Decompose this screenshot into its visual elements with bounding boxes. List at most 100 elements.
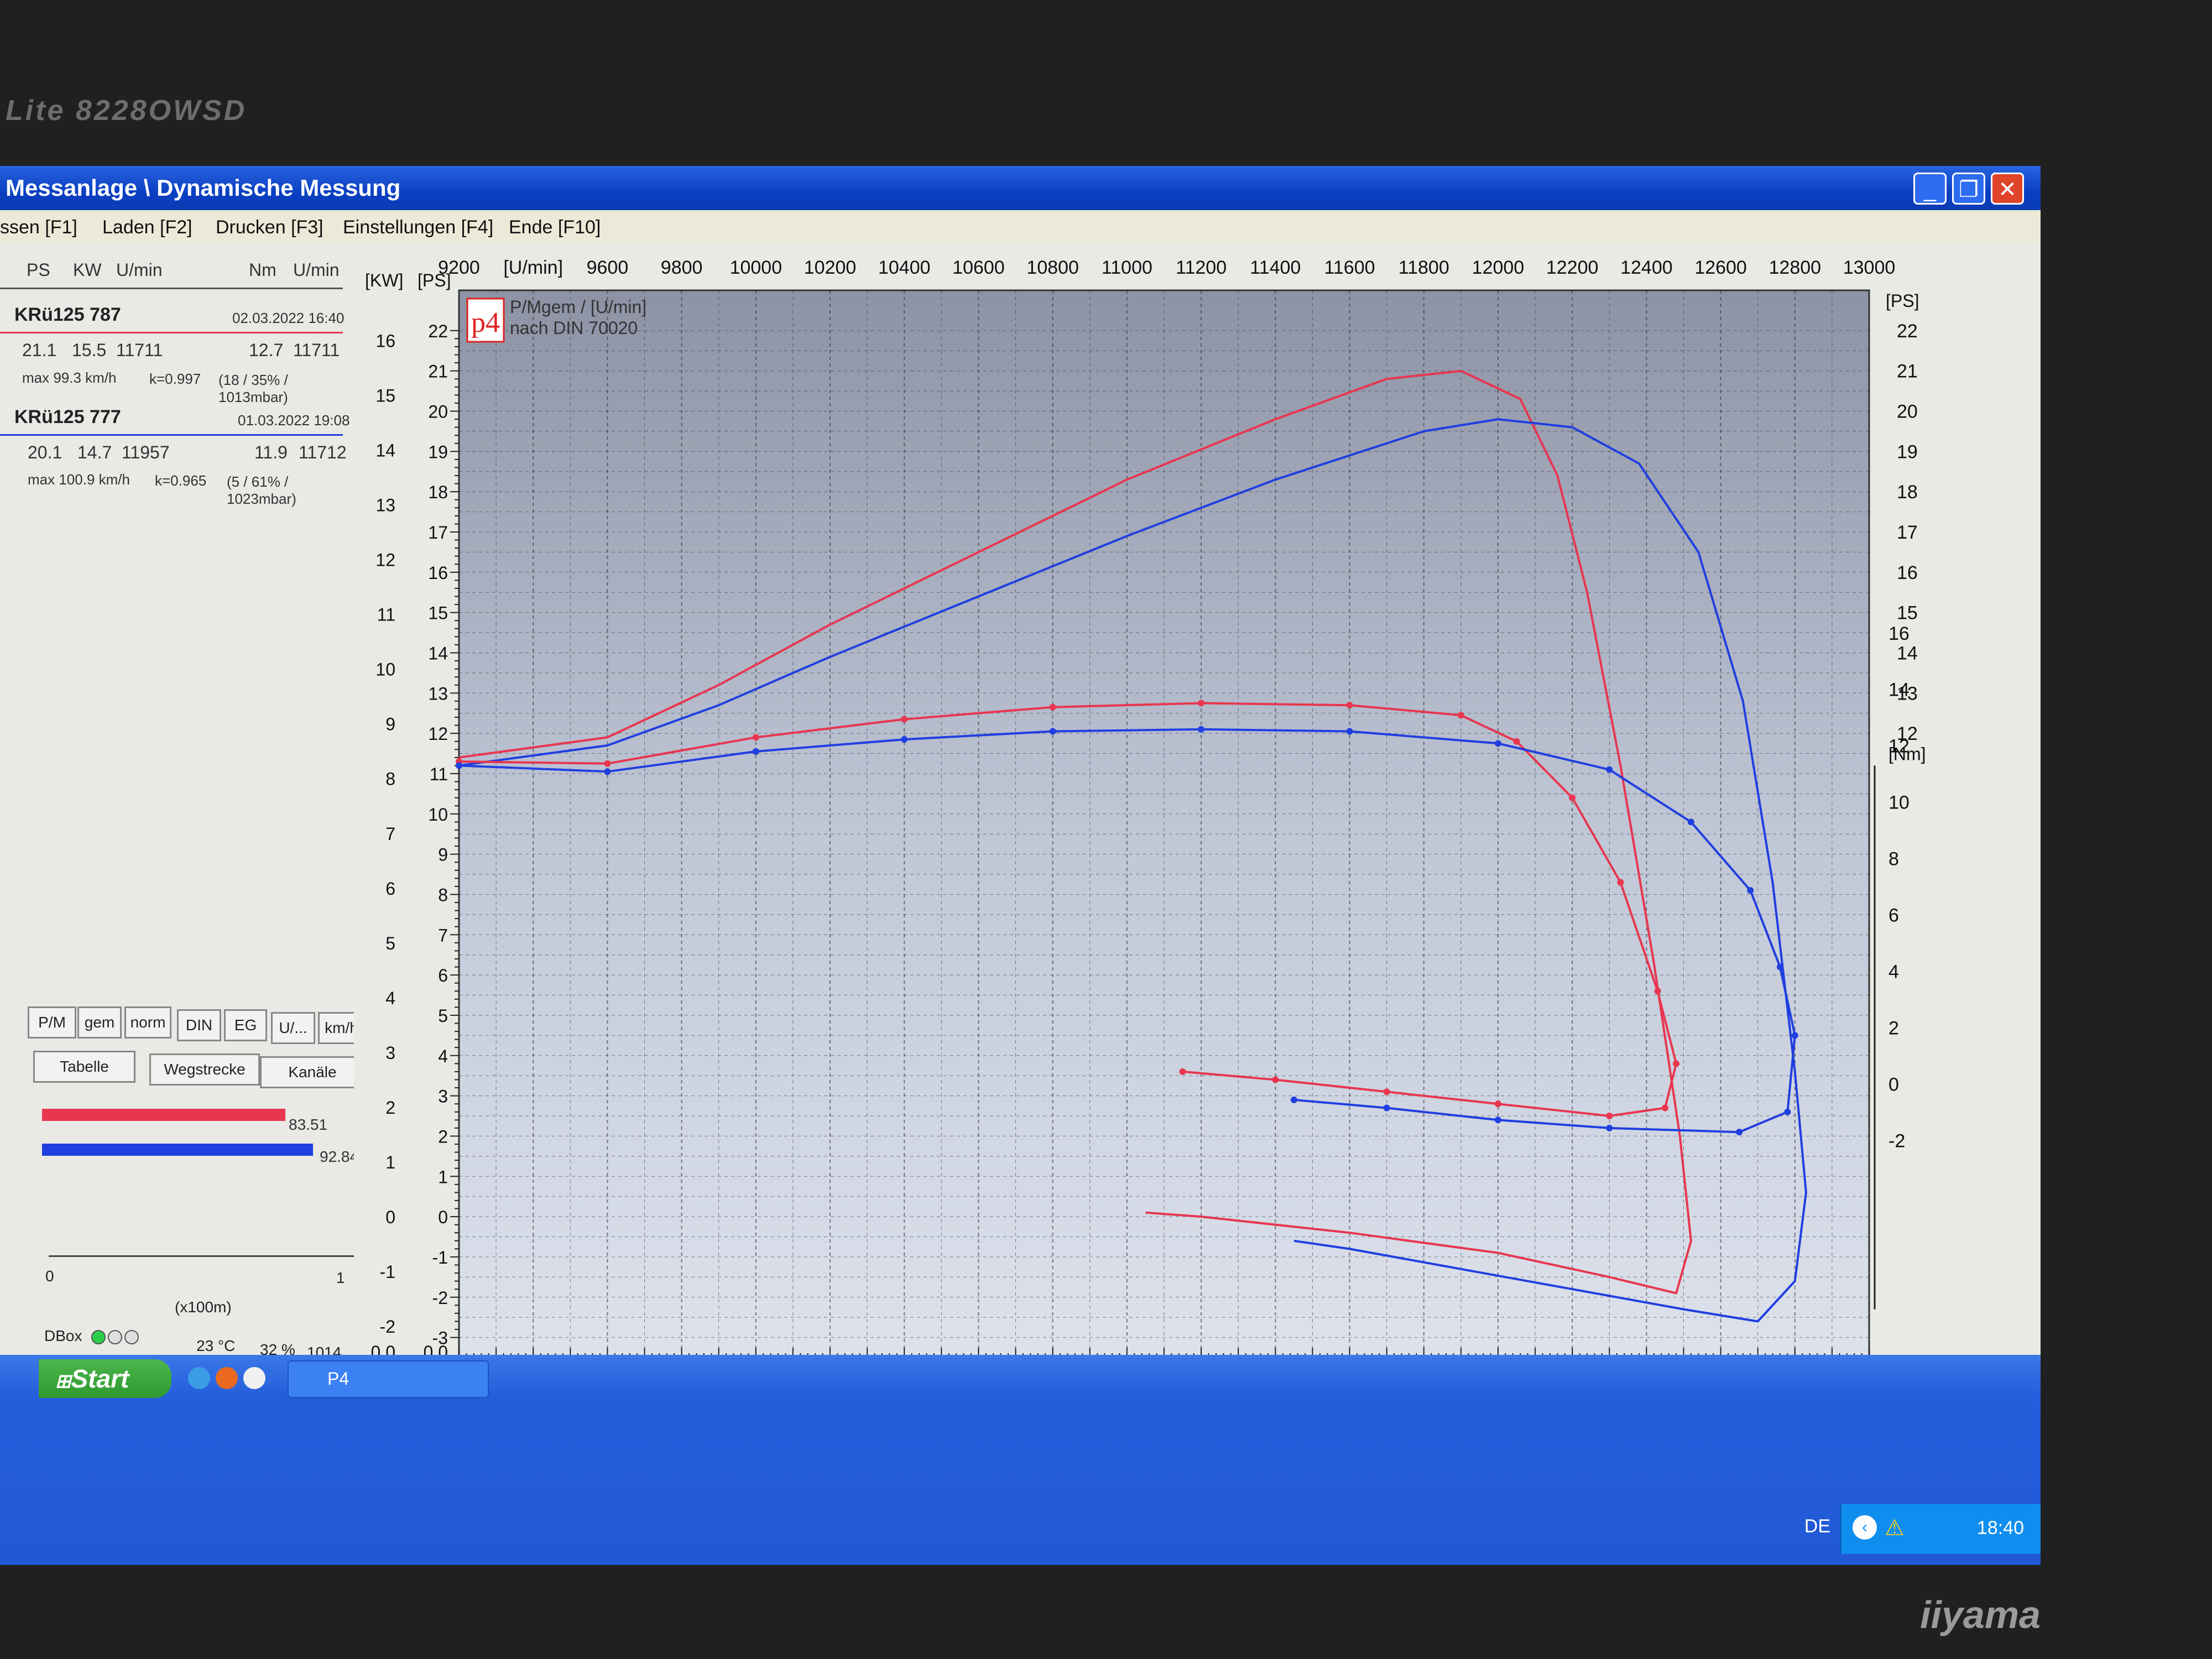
- x-tick-label-top: 12200: [1546, 257, 1599, 278]
- kw-tick-label: 8: [385, 769, 395, 789]
- nm-tick-label: 0: [1888, 1074, 1899, 1095]
- x-tick-label-top: 12600: [1694, 257, 1747, 278]
- menu-messen[interactable]: ssen [F1]: [0, 217, 77, 238]
- chart-subtitle: nach DIN 70020: [510, 318, 638, 338]
- run-color-line: [0, 434, 343, 436]
- ps-tick-label-left: 12: [428, 724, 448, 744]
- ps-tick-label-right: 14: [1897, 643, 1918, 664]
- series-point: [1617, 879, 1624, 886]
- series-point: [1494, 1100, 1501, 1108]
- system-tray: ‹ ⚠ 18:40: [1840, 1504, 2041, 1554]
- norm-button[interactable]: norm: [124, 1006, 171, 1039]
- close-button[interactable]: ✕: [1991, 173, 2024, 205]
- series-point: [1569, 794, 1576, 801]
- tabelle-button[interactable]: Tabelle: [33, 1051, 135, 1083]
- taskbar-app-p4[interactable]: P4: [288, 1360, 489, 1398]
- run-rpm: 11711: [116, 340, 163, 360]
- ps-tick-label-left: 2: [438, 1126, 448, 1146]
- kw-tick-label: 5: [385, 933, 395, 953]
- series-point: [1673, 1060, 1680, 1067]
- run-conditions: (18 / 35% / 1013mbar): [218, 372, 288, 405]
- ps-tick-label-left: 0: [438, 1207, 448, 1227]
- window-titlebar[interactable]: Messanlage \ Dynamische Messung _ ❐ ✕: [0, 166, 2041, 210]
- menu-ende[interactable]: Ende [F10]: [509, 217, 601, 238]
- run-name: KRü125 787: [14, 304, 121, 325]
- ps-tick-label-right: 20: [1897, 401, 1918, 422]
- kw-tick-label: 14: [375, 440, 395, 460]
- p4-logo: p4: [471, 307, 500, 338]
- ps-tick-label-left: 17: [428, 523, 448, 542]
- rpm-unit-button[interactable]: U/...: [271, 1012, 315, 1044]
- series-point: [1272, 1076, 1279, 1083]
- language-indicator[interactable]: DE: [1804, 1516, 1830, 1537]
- ps-tick-label-left: -2: [432, 1288, 448, 1308]
- ie-icon[interactable]: [188, 1367, 210, 1389]
- series-point: [1198, 700, 1205, 707]
- x-tick-label-top: 12800: [1769, 257, 1822, 278]
- series-point: [1346, 728, 1353, 735]
- window-title: Messanlage \ Dynamische Messung: [6, 175, 401, 201]
- series-point: [1290, 1096, 1297, 1103]
- menu-einstellungen[interactable]: Einstellungen [F4]: [343, 217, 493, 238]
- dyno-chart-area: 9200 9600 9800 10000 10200 10400 10600 10800 110…: [354, 243, 2041, 1388]
- x-tick-label-top: 11000: [1102, 257, 1152, 278]
- series-point: [1346, 702, 1353, 709]
- menu-laden[interactable]: Laden [F2]: [102, 217, 192, 238]
- gem-button[interactable]: gem: [77, 1006, 122, 1039]
- kw-axis-label: [KW]: [365, 270, 403, 290]
- run-color-line: [0, 332, 343, 333]
- x-tick-label-top: 10400: [878, 257, 931, 278]
- run-ps: 21.1: [22, 340, 57, 360]
- dyno-chart: 9200 9600 9800 10000 10200 10400 10600 10800 110…: [365, 257, 1926, 1384]
- dbox-label: DBox: [44, 1327, 82, 1344]
- series-point: [1049, 728, 1056, 735]
- series-point: [1784, 1108, 1791, 1115]
- media-icon[interactable]: [243, 1367, 265, 1389]
- series-point: [1513, 738, 1520, 745]
- series-point: [1457, 712, 1464, 719]
- ps-tick-label-left: 3: [438, 1087, 448, 1107]
- series-point: [1494, 740, 1501, 747]
- eg-button[interactable]: EG: [224, 1009, 267, 1041]
- kw-tick-label: 16: [375, 331, 395, 351]
- minimize-button[interactable]: _: [1913, 173, 1947, 205]
- kw-tick-label: 9: [385, 714, 395, 734]
- col-header-rpm: U/min: [116, 260, 163, 280]
- ps-tick-label-left: 8: [438, 885, 448, 905]
- series-point: [1049, 703, 1056, 711]
- ps-tick-label-left: 20: [428, 401, 448, 421]
- firefox-icon[interactable]: [216, 1367, 238, 1389]
- tray-arrow-icon[interactable]: ‹: [1853, 1515, 1877, 1540]
- ps-tick-label-left: 13: [428, 684, 448, 703]
- status-temperature: 23 °C: [196, 1337, 236, 1354]
- kanaele-button[interactable]: Kanäle: [260, 1056, 365, 1088]
- start-button[interactable]: ⊞Start: [39, 1359, 171, 1398]
- ps-tick-label-left: 5: [438, 1006, 448, 1026]
- series-point: [1747, 887, 1754, 894]
- maximize-button[interactable]: ❐: [1952, 173, 1985, 205]
- ps-tick-label-right: 19: [1897, 441, 1918, 462]
- run-kw: 15.5: [72, 340, 107, 360]
- run-nm-rpm: 11712: [299, 442, 347, 462]
- warning-icon[interactable]: ⚠: [1885, 1515, 1905, 1541]
- kw-tick-label: 2: [385, 1098, 395, 1118]
- ps-tick-label-right: 18: [1897, 482, 1918, 503]
- series-point: [752, 734, 759, 741]
- scale-max: 1: [336, 1269, 345, 1286]
- screen: Messanlage \ Dynamische Messung _ ❐ ✕ ss…: [0, 166, 2041, 1565]
- ps-axis-label-right: [PS]: [1886, 291, 1919, 311]
- wegstrecke-button[interactable]: Wegstrecke: [149, 1053, 260, 1086]
- scale-min: 0: [45, 1267, 54, 1285]
- restore-icon: ❐: [1959, 178, 1979, 202]
- monitor-model-label: Lite 8228OWSD: [6, 95, 247, 127]
- pm-button[interactable]: P/M: [28, 1006, 76, 1039]
- menu-drucken[interactable]: Drucken [F3]: [216, 217, 324, 238]
- series-point: [1776, 963, 1783, 971]
- x-tick-label-top: 12000: [1472, 257, 1525, 278]
- scale-unit: (x100m): [175, 1298, 232, 1316]
- dbox-led-1: [91, 1330, 106, 1344]
- kw-tick-label: 10: [375, 660, 395, 680]
- close-icon: ✕: [1998, 178, 2017, 202]
- kw-tick-label: 4: [385, 988, 395, 1008]
- din-button[interactable]: DIN: [177, 1009, 221, 1041]
